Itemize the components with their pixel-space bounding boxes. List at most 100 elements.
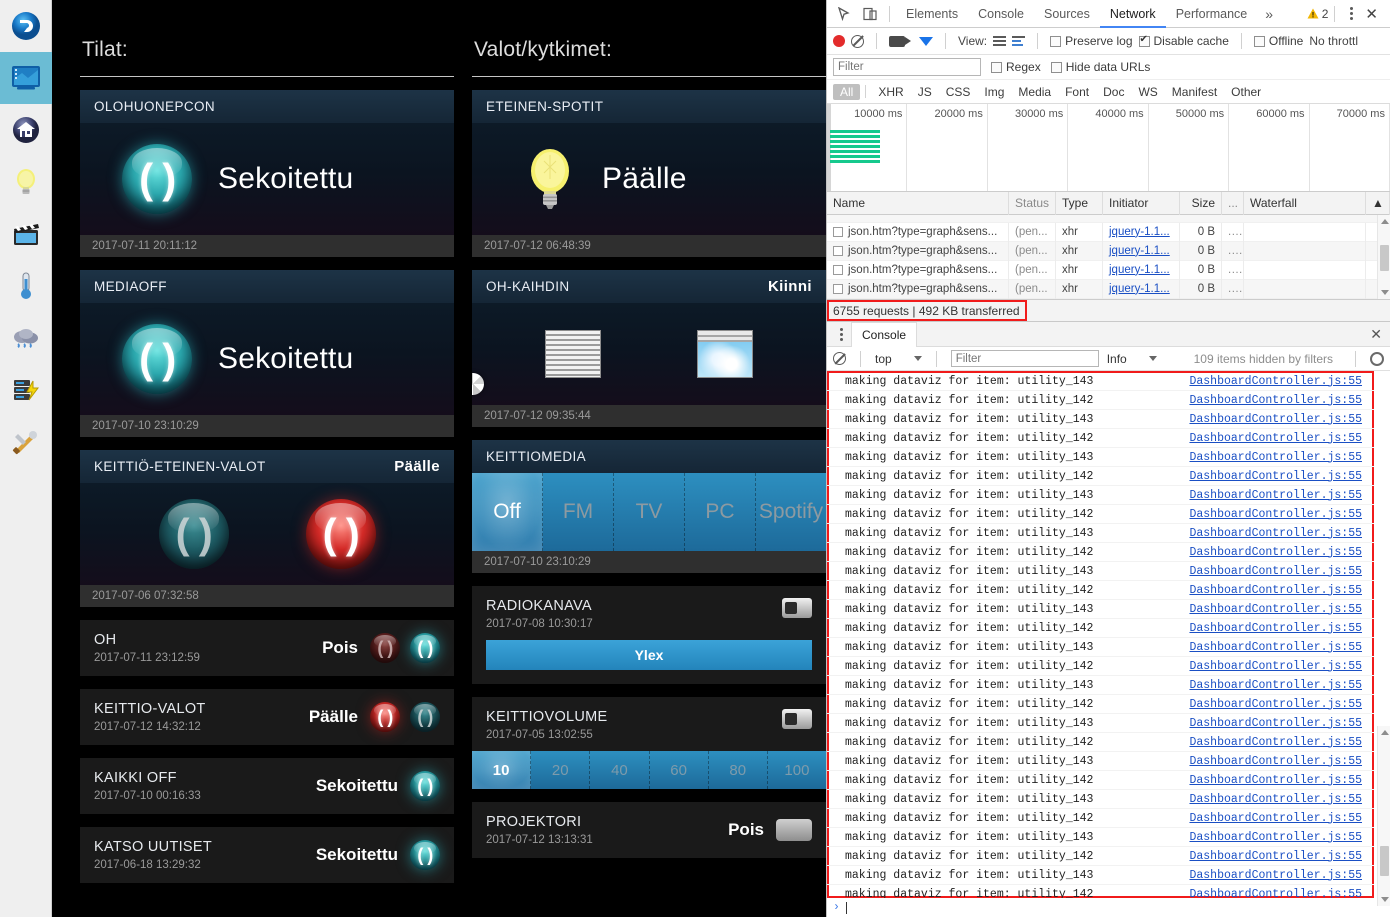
table-row[interactable]: json.htm?type=graph&sens... (pen... xhr … bbox=[827, 222, 1390, 242]
console-log-source-link[interactable]: DashboardController.js:55 bbox=[1189, 641, 1374, 654]
list-item-oh[interactable]: OH 2017-07-11 23:12:59 Pois ( ) ( ) bbox=[80, 620, 454, 676]
network-filter-input[interactable] bbox=[833, 58, 981, 76]
toggle-orb-off-icon[interactable]: ( ) bbox=[410, 702, 440, 732]
type-filter-img[interactable]: Img bbox=[977, 84, 1011, 100]
column-header-size[interactable]: Size bbox=[1180, 191, 1222, 215]
filter-icon[interactable] bbox=[919, 36, 933, 46]
row-checkbox[interactable] bbox=[833, 246, 843, 256]
console-log-source-link[interactable]: DashboardController.js:55 bbox=[1189, 603, 1374, 616]
console-log-source-link[interactable]: DashboardController.js:55 bbox=[1189, 546, 1374, 559]
toggle-orb-teal-icon[interactable]: ( ) bbox=[122, 144, 192, 214]
scroll-thumb[interactable] bbox=[1380, 245, 1389, 271]
scroll-up-icon[interactable] bbox=[1381, 730, 1389, 735]
card-keittiomedia[interactable]: KEITTIOMEDIA Off FM TV PC Spotify 2017-0… bbox=[472, 440, 826, 573]
scroll-thumb[interactable] bbox=[1380, 846, 1389, 876]
console-log-source-link[interactable]: DashboardController.js:55 bbox=[1189, 736, 1374, 749]
type-filter-ws[interactable]: WS bbox=[1131, 84, 1164, 100]
tab-performance[interactable]: Performance bbox=[1166, 0, 1258, 28]
tab-sources[interactable]: Sources bbox=[1034, 0, 1100, 28]
column-header-waterfall[interactable]: Waterfall bbox=[1244, 191, 1366, 215]
clear-console-button[interactable] bbox=[833, 352, 846, 365]
type-filter-media[interactable]: Media bbox=[1011, 84, 1058, 100]
console-log-source-link[interactable]: DashboardController.js:55 bbox=[1189, 812, 1374, 825]
console-log-source-link[interactable]: DashboardController.js:55 bbox=[1189, 831, 1374, 844]
network-overview-timeline[interactable]: 10000 ms 20000 ms 30000 ms 40000 ms 5000… bbox=[827, 104, 1390, 192]
sidebar-item-temperature[interactable] bbox=[0, 260, 52, 312]
volume-option-10[interactable]: 10 bbox=[472, 751, 532, 789]
warning-badge[interactable]: 2 bbox=[1307, 7, 1328, 21]
segment-option-tv[interactable]: TV bbox=[614, 473, 685, 551]
console-level-select[interactable]: Info bbox=[1107, 352, 1157, 366]
console-log-source-link[interactable]: DashboardController.js:55 bbox=[1189, 679, 1374, 692]
segment-option-fm[interactable]: FM bbox=[543, 473, 614, 551]
list-item-kaikki-off[interactable]: KAIKKI OFF 2017-07-10 00:16:33 Sekoitett… bbox=[80, 758, 454, 814]
sidebar-item-lights[interactable] bbox=[0, 156, 52, 208]
type-filter-xhr[interactable]: XHR bbox=[871, 84, 910, 100]
type-filter-manifest[interactable]: Manifest bbox=[1165, 84, 1224, 100]
row-checkbox[interactable] bbox=[833, 284, 843, 294]
segment-option-off[interactable]: Off bbox=[472, 473, 543, 551]
console-log-source-link[interactable]: DashboardController.js:55 bbox=[1189, 432, 1374, 445]
volume-option-80[interactable]: 80 bbox=[709, 751, 768, 789]
console-log-source-link[interactable]: DashboardController.js:55 bbox=[1189, 774, 1374, 787]
console-log-source-link[interactable]: DashboardController.js:55 bbox=[1189, 451, 1374, 464]
card-projektori[interactable]: PROJEKTORI 2017-07-12 13:13:31 Pois bbox=[472, 802, 826, 858]
type-filter-all[interactable]: All bbox=[833, 83, 861, 100]
console-log-source-link[interactable]: DashboardController.js:55 bbox=[1189, 755, 1374, 768]
initiator-link[interactable]: jquery-1.1... bbox=[1109, 264, 1170, 276]
type-filter-other[interactable]: Other bbox=[1224, 84, 1268, 100]
blinds-open-icon[interactable] bbox=[697, 330, 753, 378]
card-keittiovolume[interactable]: KEITTIOVOLUME 2017-07-05 13:02:55 10 20 … bbox=[472, 697, 826, 789]
toggle-orb-teal-icon[interactable]: ( ) bbox=[410, 840, 440, 870]
record-button[interactable] bbox=[833, 35, 845, 47]
sidebar-item-power[interactable] bbox=[0, 364, 52, 416]
tab-console[interactable]: Console bbox=[968, 0, 1034, 28]
column-header-initiator[interactable]: Initiator bbox=[1103, 191, 1180, 215]
console-log-source-link[interactable]: DashboardController.js:55 bbox=[1189, 508, 1374, 521]
regex-checkbox[interactable]: Regex bbox=[991, 60, 1041, 74]
sidebar-item-weather[interactable] bbox=[0, 312, 52, 364]
console-filter-input[interactable] bbox=[950, 350, 1099, 367]
console-log-source-link[interactable]: DashboardController.js:55 bbox=[1189, 717, 1374, 730]
preserve-log-checkbox[interactable]: Preserve log bbox=[1050, 34, 1133, 48]
cell-initiator[interactable]: jquery-1.1... bbox=[1103, 279, 1180, 299]
view-list-icon[interactable] bbox=[993, 36, 1007, 46]
radio-channel-button[interactable]: Ylex bbox=[486, 640, 812, 670]
volume-option-100[interactable]: 100 bbox=[768, 751, 826, 789]
console-log-source-link[interactable]: DashboardController.js:55 bbox=[1189, 584, 1374, 597]
console-log-source-link[interactable]: DashboardController.js:55 bbox=[1189, 793, 1374, 806]
console-log-source-link[interactable]: DashboardController.js:55 bbox=[1189, 850, 1374, 863]
scroll-down-icon[interactable] bbox=[1381, 897, 1389, 902]
card-radiokanava[interactable]: RADIOKANAVA 2017-07-08 10:30:17 Ylex bbox=[472, 586, 826, 684]
volume-option-40[interactable]: 40 bbox=[590, 751, 650, 789]
toggle-orb-red-icon[interactable]: ( ) bbox=[305, 499, 376, 569]
capture-screenshots-icon[interactable] bbox=[889, 35, 911, 47]
console-log-source-link[interactable]: DashboardController.js:55 bbox=[1189, 869, 1374, 882]
segment-option-spotify[interactable]: Spotify bbox=[756, 473, 826, 551]
table-row[interactable]: json.htm?type=graph&sens... (pen... xhr … bbox=[827, 260, 1390, 280]
volume-option-60[interactable]: 60 bbox=[650, 751, 709, 789]
toggle-orb-teal-icon[interactable]: ( ) bbox=[122, 324, 192, 394]
cell-initiator[interactable]: jquery-1.1... bbox=[1103, 222, 1180, 242]
row-checkbox[interactable] bbox=[833, 227, 843, 237]
column-header-status[interactable]: Status bbox=[1009, 191, 1056, 215]
card-eteinen-spotit[interactable]: ETEINEN-SPOTIT Päälle 2017-07-12 06:48:3… bbox=[472, 90, 826, 257]
console-log-source-link[interactable]: DashboardController.js:55 bbox=[1189, 565, 1374, 578]
console-log-source-link[interactable]: DashboardController.js:55 bbox=[1189, 698, 1374, 711]
table-row[interactable]: json.htm?type=graph&sens... (pen... xhr … bbox=[827, 279, 1390, 299]
console-prompt[interactable]: › bbox=[827, 898, 1390, 917]
disable-cache-checkbox[interactable]: Disable cache bbox=[1138, 34, 1229, 48]
sidebar-item-logo[interactable] bbox=[0, 0, 52, 52]
lightbulb-on-icon[interactable] bbox=[524, 145, 576, 213]
drawer-tab-console[interactable]: Console bbox=[851, 321, 918, 347]
toggle-orb-off-icon[interactable]: ( ) bbox=[370, 633, 400, 663]
column-header-name[interactable]: Name bbox=[827, 191, 1009, 215]
view-waterfall-icon[interactable] bbox=[1012, 36, 1026, 46]
console-log-source-link[interactable]: DashboardController.js:55 bbox=[1189, 413, 1374, 426]
segment-option-pc[interactable]: PC bbox=[685, 473, 756, 551]
table-row[interactable]: json.htm?type=graph&sens... (pen... xhr … bbox=[827, 241, 1390, 261]
type-filter-doc[interactable]: Doc bbox=[1096, 84, 1131, 100]
console-log-source-link[interactable]: DashboardController.js:55 bbox=[1189, 527, 1374, 540]
clear-button[interactable] bbox=[851, 34, 864, 48]
console-vertical-scrollbar[interactable] bbox=[1377, 726, 1390, 906]
